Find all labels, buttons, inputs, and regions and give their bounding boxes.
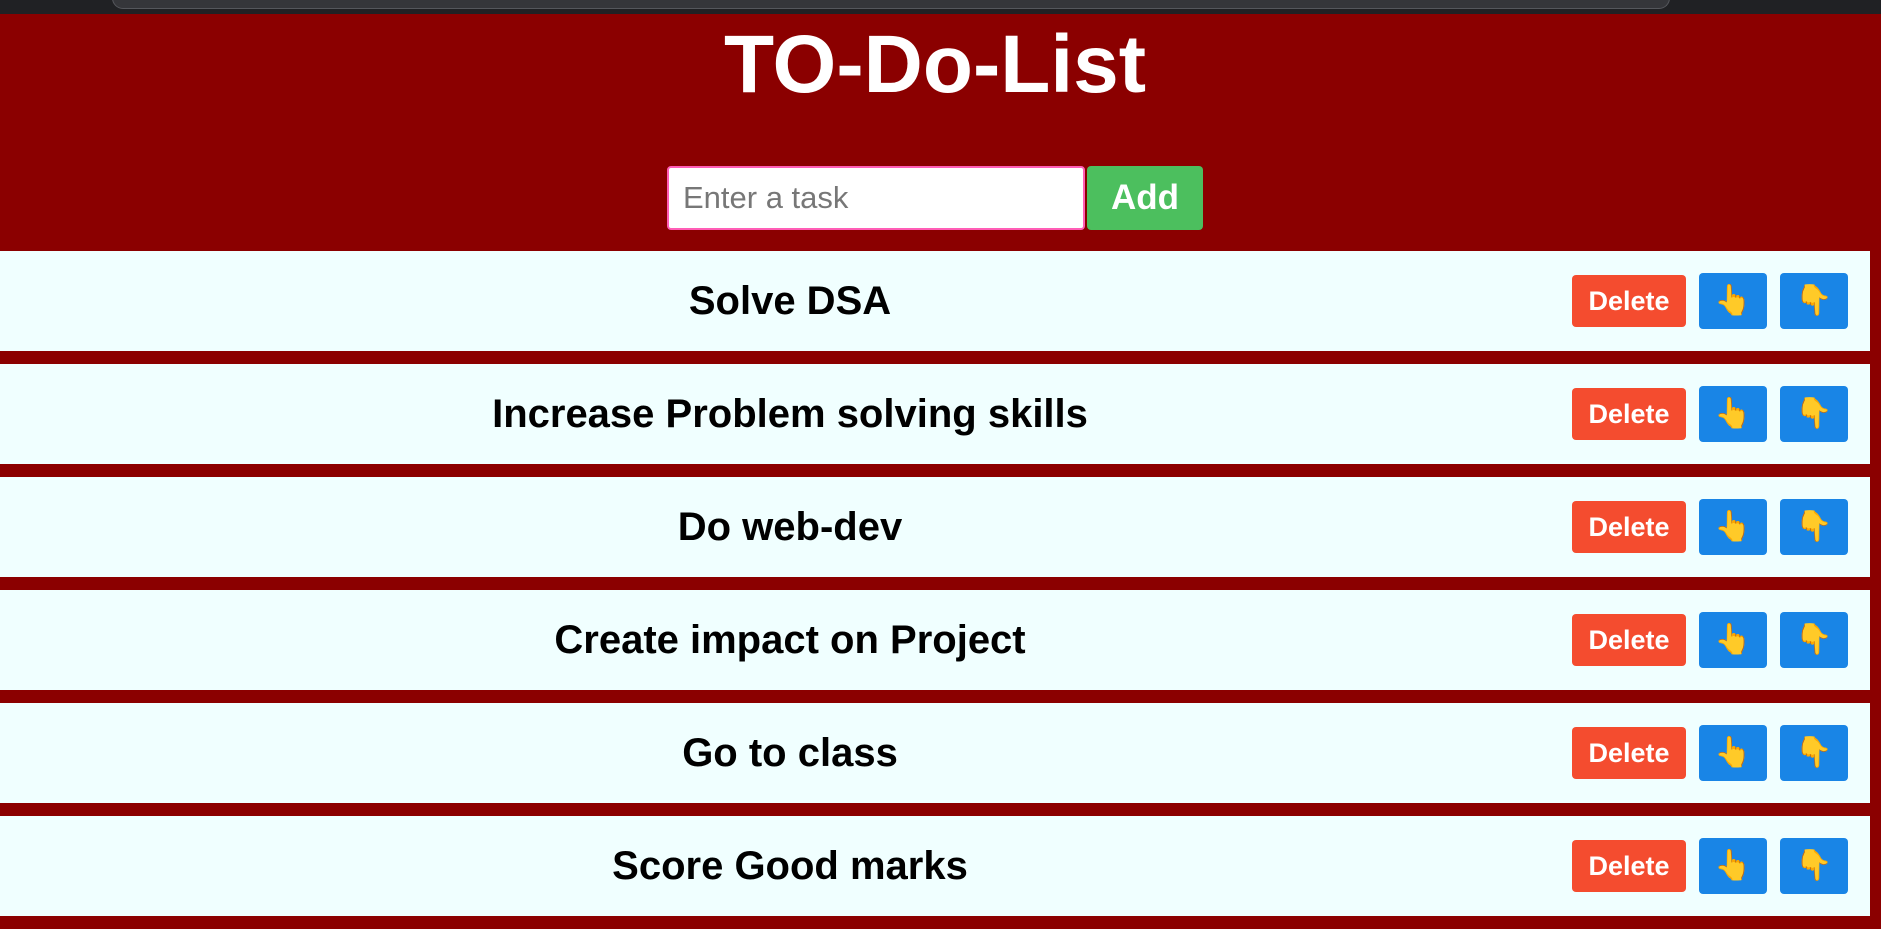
task-actions: Delete 👆 👇 <box>1572 590 1848 690</box>
task-actions: Delete 👆 👇 <box>1572 816 1848 916</box>
task-row: Increase Problem solving skills Delete 👆… <box>0 364 1870 464</box>
pointing-up-hand-icon: 👆 <box>1714 848 1752 883</box>
move-up-button[interactable]: 👆 <box>1699 273 1767 329</box>
pointing-down-hand-icon: 👇 <box>1795 396 1833 431</box>
move-down-button[interactable]: 👇 <box>1780 612 1848 668</box>
add-task-form: Add <box>667 166 1203 230</box>
pointing-down-hand-icon: 👇 <box>1795 622 1833 657</box>
task-actions: Delete 👆 👇 <box>1572 251 1848 351</box>
move-down-button[interactable]: 👇 <box>1780 273 1848 329</box>
pointing-up-hand-icon: 👆 <box>1714 509 1752 544</box>
pointing-down-hand-icon: 👇 <box>1795 509 1833 544</box>
delete-button[interactable]: Delete <box>1572 388 1686 440</box>
pointing-down-hand-icon: 👇 <box>1795 848 1833 883</box>
task-text: Create impact on Project <box>554 618 1026 662</box>
move-up-button[interactable]: 👆 <box>1699 386 1767 442</box>
pointing-down-hand-icon: 👇 <box>1795 283 1833 318</box>
pointing-up-hand-icon: 👆 <box>1714 622 1752 657</box>
delete-button[interactable]: Delete <box>1572 501 1686 553</box>
move-up-button[interactable]: 👆 <box>1699 838 1767 894</box>
task-row: Score Good marks Delete 👆 👇 <box>0 816 1870 916</box>
move-down-button[interactable]: 👇 <box>1780 386 1848 442</box>
task-text: Go to class <box>682 731 898 775</box>
move-up-button[interactable]: 👆 <box>1699 499 1767 555</box>
move-up-button[interactable]: 👆 <box>1699 725 1767 781</box>
pointing-up-hand-icon: 👆 <box>1714 735 1752 770</box>
task-input[interactable] <box>667 166 1085 230</box>
delete-button[interactable]: Delete <box>1572 275 1686 327</box>
task-row: Do web-dev Delete 👆 👇 <box>0 477 1870 577</box>
browser-chrome-strip <box>0 0 1881 14</box>
task-row: Create impact on Project Delete 👆 👇 <box>0 590 1870 690</box>
add-button[interactable]: Add <box>1087 166 1203 230</box>
task-list: Solve DSA Delete 👆 👇 Increase Problem so… <box>0 251 1870 929</box>
delete-button[interactable]: Delete <box>1572 727 1686 779</box>
move-down-button[interactable]: 👇 <box>1780 725 1848 781</box>
task-text: Increase Problem solving skills <box>492 392 1088 436</box>
move-down-button[interactable]: 👇 <box>1780 838 1848 894</box>
pointing-down-hand-icon: 👇 <box>1795 735 1833 770</box>
task-row: Go to class Delete 👆 👇 <box>0 703 1870 803</box>
task-actions: Delete 👆 👇 <box>1572 364 1848 464</box>
browser-address-bar-edge <box>112 0 1670 9</box>
delete-button[interactable]: Delete <box>1572 840 1686 892</box>
page-title: TO-Do-List <box>723 19 1147 110</box>
task-text: Do web-dev <box>677 505 903 549</box>
task-actions: Delete 👆 👇 <box>1572 477 1848 577</box>
move-up-button[interactable]: 👆 <box>1699 612 1767 668</box>
task-text: Score Good marks <box>612 844 968 888</box>
move-down-button[interactable]: 👇 <box>1780 499 1848 555</box>
task-actions: Delete 👆 👇 <box>1572 703 1848 803</box>
pointing-up-hand-icon: 👆 <box>1714 283 1752 318</box>
pointing-up-hand-icon: 👆 <box>1714 396 1752 431</box>
task-text: Solve DSA <box>688 279 892 323</box>
delete-button[interactable]: Delete <box>1572 614 1686 666</box>
task-row: Solve DSA Delete 👆 👇 <box>0 251 1870 351</box>
